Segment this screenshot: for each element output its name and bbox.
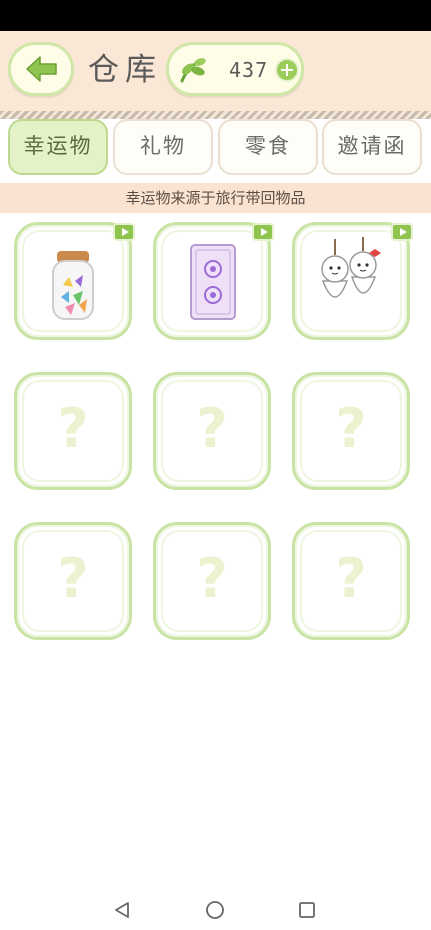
item-slot-star-jar[interactable] [14,222,135,340]
locked-slot[interactable]: ? [292,372,410,490]
locked-slot[interactable]: ? [292,522,410,640]
locked-slot[interactable]: ? [14,522,132,640]
locked-slot[interactable]: ? [153,372,271,490]
item-slot-tarot-card[interactable] [153,222,274,340]
header: 仓库 437 [0,31,431,113]
info-banner: 幸运物来源于旅行带回物品 [0,183,431,213]
currency-amount: 437 [229,58,269,82]
status-bar [0,0,431,31]
currency-counter: 437 [166,42,304,96]
nav-back-icon[interactable] [112,900,132,920]
nav-recents-icon[interactable] [297,900,317,920]
system-nav-bar [0,888,431,930]
question-mark-icon: ? [335,397,367,460]
video-icon[interactable] [113,223,135,241]
add-currency-button[interactable] [275,58,299,82]
tab-gifts[interactable]: 礼物 [113,119,213,175]
locked-slot[interactable]: ? [153,522,271,640]
tab-snacks[interactable]: 零食 [218,119,318,175]
back-button[interactable] [8,42,74,96]
question-mark-icon: ? [196,397,228,460]
tab-lucky-items[interactable]: 幸运物 [8,119,108,175]
video-icon[interactable] [391,223,413,241]
star-jar-icon [52,251,94,320]
clover-leaf-icon [180,58,206,83]
teru-teru-bozu-icon [321,237,381,298]
locked-slot[interactable]: ? [14,372,132,490]
question-mark-icon: ? [335,547,367,610]
category-tabs: 幸运物 礼物 零食 邀请函 [0,119,431,177]
question-mark-icon: ? [57,397,89,460]
page-title: 仓库 [88,52,162,88]
question-mark-icon: ? [196,547,228,610]
back-arrow-icon [26,56,57,82]
tab-invitations[interactable]: 邀请函 [322,119,422,175]
nav-home-icon[interactable] [205,900,225,920]
video-icon[interactable] [252,223,274,241]
divider-rope [0,111,431,119]
tarot-card-icon [190,244,236,320]
question-mark-icon: ? [57,547,89,610]
item-slot-teru-teru-bozu[interactable] [292,222,413,340]
